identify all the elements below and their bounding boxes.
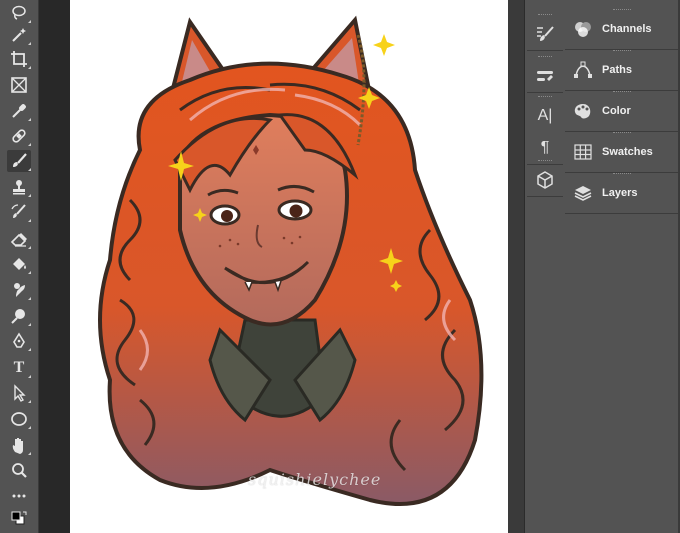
paint-bucket-icon [13, 258, 26, 270]
eraser-icon [10, 233, 27, 247]
layers-icon [573, 183, 593, 203]
magic-wand-tool[interactable] [7, 24, 31, 46]
panel-paths[interactable]: Paths [565, 50, 678, 91]
document-canvas[interactable]: squishielychee [70, 0, 519, 533]
brush-tool[interactable] [7, 150, 31, 172]
color-swatches[interactable] [7, 508, 31, 530]
ellipse-icon [11, 412, 27, 426]
lasso-icon [12, 5, 26, 20]
pen-tool[interactable] [7, 330, 31, 352]
panel-group-3d [527, 158, 563, 197]
channels-icon [573, 19, 593, 39]
panel-group-brush-settings [527, 12, 563, 51]
character-button[interactable]: A| [527, 100, 563, 132]
panel-divider [508, 0, 524, 533]
panel-swatches-label: Swatches [602, 146, 653, 158]
dodge-tool[interactable] [7, 305, 31, 327]
hand-tool[interactable] [7, 434, 31, 456]
ellipsis-icon [12, 494, 26, 498]
panel-paths-label: Paths [602, 64, 632, 76]
smudge-icon [14, 283, 25, 297]
brush-presets-icon [537, 71, 553, 81]
path-selection-tool[interactable] [7, 382, 31, 404]
hand-icon [12, 438, 23, 454]
pen-icon [13, 332, 25, 348]
panel-swatches[interactable]: Swatches [565, 132, 678, 173]
paragraph-icon: ¶ [540, 139, 550, 156]
swatches-grid-icon [573, 142, 593, 162]
bandage-icon [12, 129, 26, 143]
document-pasteboard: squishielychee [39, 0, 519, 533]
brush-settings-icon [537, 26, 554, 41]
fg-bg-color-icon [11, 511, 27, 525]
panel-layers[interactable]: Layers [565, 173, 678, 214]
3d-button[interactable] [527, 164, 563, 196]
panel-color[interactable]: Color [565, 91, 678, 132]
character-icon: A| [537, 107, 553, 124]
paint-bucket-tool[interactable] [7, 253, 31, 275]
eyedropper-icon [12, 104, 26, 118]
panel-group-character: A| ¶ [527, 94, 563, 165]
dodge-icon [11, 309, 25, 324]
ellipse-tool[interactable] [7, 408, 31, 430]
more-tools[interactable] [7, 485, 31, 507]
history-brush-tool[interactable] [7, 201, 31, 223]
panel-channels[interactable]: Channels [565, 9, 678, 50]
artwork-illustration [98, 15, 484, 506]
type-icon: T [13, 359, 25, 376]
zoom-tool[interactable] [7, 459, 31, 481]
zoom-icon [12, 463, 27, 478]
panel-layers-label: Layers [602, 187, 638, 199]
color-palette-icon [573, 101, 593, 121]
brush-settings-button[interactable] [527, 18, 563, 50]
magic-wand-icon [12, 28, 26, 42]
lasso-tool[interactable] [7, 2, 31, 24]
collapsed-panels-column: A| ¶ [524, 0, 566, 533]
crop-icon [11, 51, 27, 67]
brush-presets-button[interactable] [527, 60, 563, 92]
smudge-tool[interactable] [7, 279, 31, 301]
eyedropper-tool[interactable] [7, 100, 31, 122]
clone-stamp-tool[interactable] [7, 176, 31, 198]
panel-group-brush-presets [527, 54, 563, 93]
paths-icon [573, 60, 593, 80]
stamp-icon [13, 180, 25, 195]
tools-panel: T [0, 0, 39, 533]
panel-channels-label: Channels [602, 23, 652, 35]
healing-brush-tool[interactable] [7, 125, 31, 147]
type-tool[interactable]: T [7, 357, 31, 379]
artist-watermark: squishielychee [248, 470, 382, 489]
arrow-icon [14, 384, 26, 402]
panel-dock: Channels Paths Color Swatches Layers [565, 0, 680, 533]
3d-cube-icon [537, 171, 553, 189]
history-brush-icon [11, 204, 26, 218]
brush-icon [13, 153, 27, 167]
panel-color-label: Color [602, 105, 631, 117]
eraser-tool[interactable] [7, 228, 31, 250]
crop-tool[interactable] [7, 48, 31, 70]
frame-tool[interactable] [7, 74, 31, 96]
frame-icon [11, 77, 27, 93]
